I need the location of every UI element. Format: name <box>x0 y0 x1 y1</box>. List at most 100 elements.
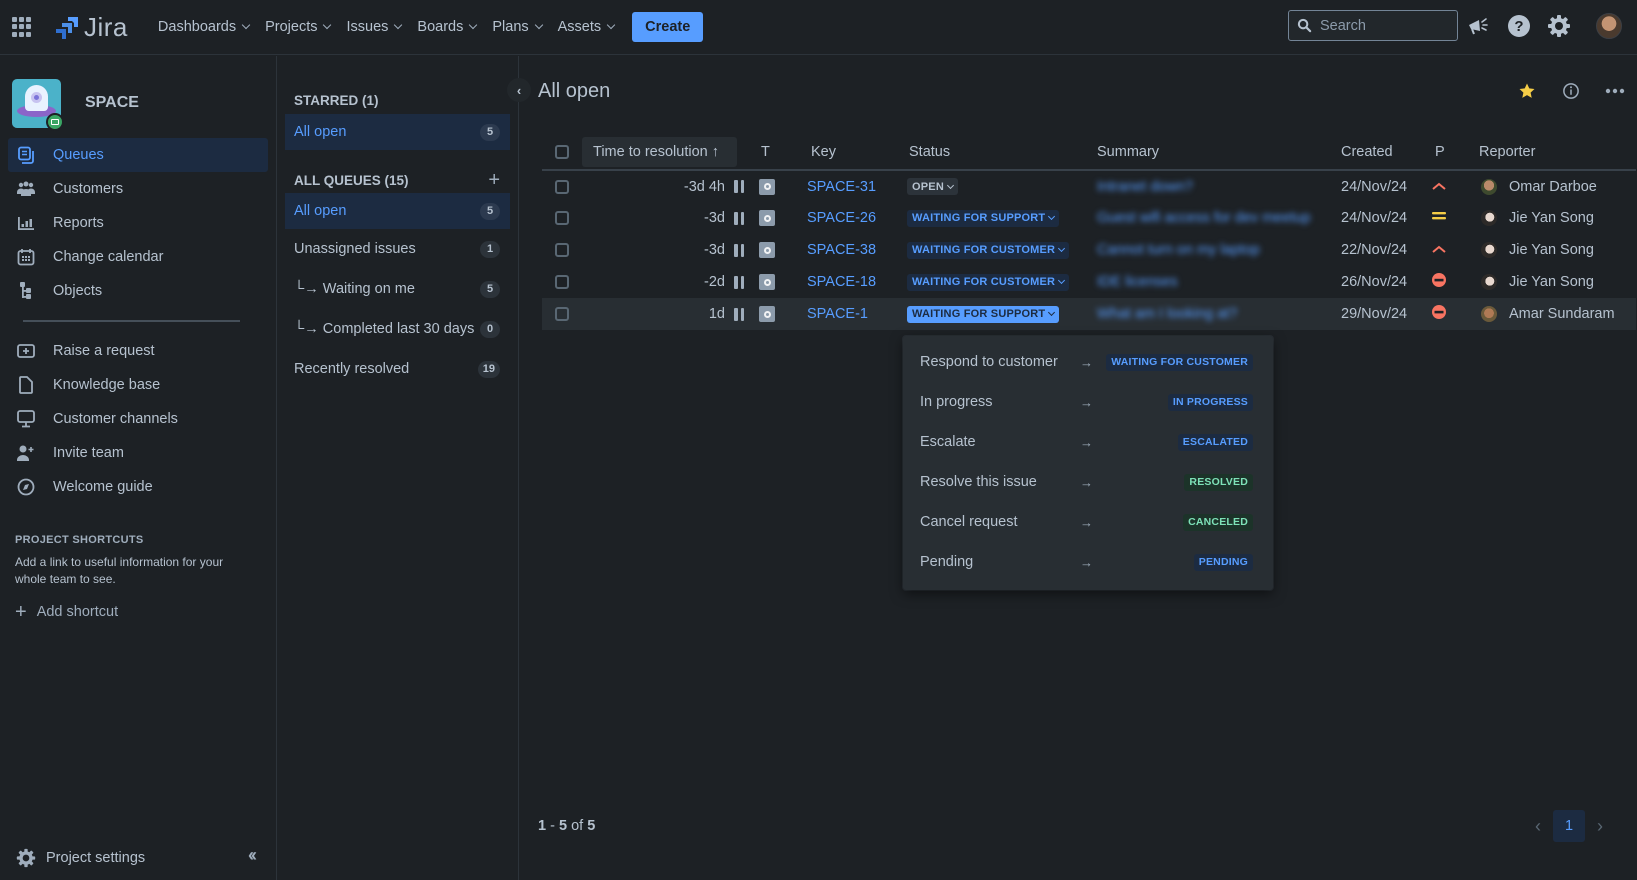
queue-item-waiting-on-me[interactable]: └→ Waiting on me 5 <box>285 269 510 309</box>
transition-menu-item[interactable]: Respond to customer → WAITING FOR CUSTOM… <box>903 342 1273 382</box>
status-dropdown[interactable]: WAITING FOR CUSTOMER <box>907 273 1070 291</box>
created-date: 24/Nov/24 <box>1341 178 1408 195</box>
sidebar-item-knowledge-base[interactable]: Knowledge base <box>8 368 268 402</box>
nav-dashboards[interactable]: Dashboards <box>157 19 251 35</box>
issue-key-link[interactable]: SPACE-1 <box>807 306 868 322</box>
status-dropdown[interactable]: WAITING FOR SUPPORT <box>907 305 1060 323</box>
column-header-type[interactable]: T <box>757 134 807 171</box>
status-dropdown[interactable]: WAITING FOR SUPPORT <box>907 209 1060 227</box>
column-header-time-to-resolution[interactable]: Time to resolution ↑ <box>582 136 737 167</box>
column-header-priority[interactable]: P <box>1429 134 1475 171</box>
arrow-right-icon: → <box>1080 514 1093 530</box>
sidebar-item-invite-team[interactable]: Invite team <box>8 436 268 470</box>
transition-menu-item[interactable]: Pending → PENDING <box>903 542 1273 582</box>
row-checkbox[interactable] <box>555 179 569 194</box>
nav-boards[interactable]: Boards <box>417 19 478 35</box>
nav-assets[interactable]: Assets <box>558 19 616 35</box>
sidebar-item-customer-channels[interactable]: Customer channels <box>8 402 268 436</box>
collapse-queues-chevron-left-icon[interactable]: ‹ <box>507 78 531 102</box>
queue-item-starred-all-open[interactable]: All open 5 <box>285 114 510 150</box>
jira-logo[interactable]: Jira <box>54 12 128 43</box>
reporter[interactable]: Jie Yan Song <box>1475 274 1636 290</box>
user-avatar[interactable] <box>1596 13 1622 39</box>
next-page-chevron-icon[interactable]: › <box>1585 816 1615 837</box>
queue-count-badge: 19 <box>477 360 500 378</box>
issue-summary-link[interactable]: Intranet down? <box>1097 179 1193 195</box>
reporter[interactable]: Jie Yan Song <box>1475 210 1636 226</box>
project-settings-link[interactable]: Project settings <box>16 848 145 868</box>
transition-menu-item[interactable]: Escalate → ESCALATED <box>903 422 1273 462</box>
chevron-down-icon <box>323 20 332 30</box>
reporter-name: Jie Yan Song <box>1509 242 1594 258</box>
column-header-created[interactable]: Created <box>1333 134 1429 171</box>
status-dropdown[interactable]: OPEN <box>907 178 958 196</box>
sidebar-item-change-calendar[interactable]: Change calendar <box>8 240 268 274</box>
row-checkbox[interactable] <box>555 243 569 257</box>
priority-blocker-icon <box>1429 304 1447 320</box>
sidebar-item-queues[interactable]: Queues <box>8 138 268 172</box>
issue-key-link[interactable]: SPACE-26 <box>807 210 876 226</box>
previous-page-chevron-icon[interactable]: ‹ <box>1523 816 1553 837</box>
nav-issues[interactable]: Issues <box>346 19 403 35</box>
issue-key-link[interactable]: SPACE-31 <box>807 179 876 195</box>
time-to-resolution: 1d <box>582 306 757 322</box>
row-checkbox[interactable] <box>555 307 569 321</box>
issue-key-link[interactable]: SPACE-38 <box>807 242 876 258</box>
transition-menu-item[interactable]: Resolve this issue → RESOLVED <box>903 462 1273 502</box>
sidebar-item-raise-request[interactable]: Raise a request <box>8 334 268 368</box>
table-row[interactable]: 1d SPACE-1 WAITING FOR SUPPORT What am I… <box>542 298 1636 330</box>
table-row[interactable]: -3d SPACE-38 WAITING FOR CUSTOMER Cannot… <box>542 234 1636 266</box>
sidebar-item-reports[interactable]: Reports <box>8 206 268 240</box>
nav-label: Dashboards <box>157 19 237 35</box>
column-header-summary[interactable]: Summary <box>1097 134 1333 171</box>
select-all-checkbox[interactable] <box>555 144 569 159</box>
issue-key-link[interactable]: SPACE-18 <box>807 274 876 290</box>
status-dropdown[interactable]: WAITING FOR CUSTOMER <box>907 241 1070 259</box>
star-icon[interactable] <box>1505 82 1549 100</box>
column-header-status[interactable]: Status <box>907 134 1097 171</box>
plus-icon: + <box>15 601 27 623</box>
issue-summary-link[interactable]: IDE licenses <box>1097 274 1178 290</box>
search-box[interactable] <box>1288 10 1458 41</box>
queue-item-recently-resolved[interactable]: Recently resolved 19 <box>285 349 510 389</box>
reporter[interactable]: Jie Yan Song <box>1475 242 1636 258</box>
nav-projects[interactable]: Projects <box>265 19 332 35</box>
add-shortcut-button[interactable]: + Add shortcut <box>15 602 276 622</box>
more-actions-icon[interactable] <box>1593 82 1637 100</box>
notifications-megaphone-icon[interactable] <box>1465 13 1491 39</box>
nav-plans[interactable]: Plans <box>492 19 543 35</box>
issue-summary-link[interactable]: What am I looking at? <box>1097 306 1237 322</box>
table-row[interactable]: -3d 4h SPACE-31 OPEN Intranet down? 24/N… <box>542 170 1636 202</box>
sidebar-item-customers[interactable]: Customers <box>8 172 268 206</box>
sidebar-item-objects[interactable]: Objects <box>8 274 268 308</box>
queue-item-completed-last-30-days[interactable]: └→ Completed last 30 days 0 <box>285 309 510 349</box>
row-checkbox[interactable] <box>555 275 569 289</box>
sidebar-item-welcome-guide[interactable]: Welcome guide <box>8 470 268 504</box>
table-row[interactable]: -2d SPACE-18 WAITING FOR CUSTOMER IDE li… <box>542 266 1636 298</box>
transition-menu-item[interactable]: In progress → IN PROGRESS <box>903 382 1273 422</box>
issue-summary-link[interactable]: Cannot turn on my laptop <box>1097 242 1260 258</box>
search-input[interactable] <box>1320 17 1450 34</box>
help-icon[interactable]: ? <box>1506 13 1532 39</box>
reporter-avatar <box>1481 274 1497 290</box>
settings-gear-icon[interactable] <box>1546 13 1572 39</box>
page-button[interactable]: 1 <box>1553 810 1585 842</box>
reporter[interactable]: Omar Darboe <box>1475 178 1636 195</box>
transition-menu-item[interactable]: Cancel request → CANCELED <box>903 502 1273 542</box>
create-button[interactable]: Create <box>632 12 704 42</box>
reporter[interactable]: Amar Sundaram <box>1475 306 1636 322</box>
add-queue-plus-icon[interactable]: + <box>488 169 500 192</box>
row-checkbox[interactable] <box>555 211 569 225</box>
app-switcher-icon[interactable] <box>12 17 32 37</box>
collapse-sidebar-icon[interactable]: ‹‹ <box>248 845 257 866</box>
chevron-down-icon <box>1058 245 1066 253</box>
info-icon[interactable] <box>1549 82 1593 100</box>
table-row[interactable]: -3d SPACE-26 WAITING FOR SUPPORT Guest w… <box>542 202 1636 234</box>
project-avatar[interactable] <box>12 78 64 131</box>
issue-summary-link[interactable]: Guest wifi access for dev meetup <box>1097 210 1311 226</box>
column-header-reporter[interactable]: Reporter <box>1475 134 1636 171</box>
queue-item-all-open[interactable]: All open 5 <box>285 193 510 229</box>
paused-icon <box>734 180 744 193</box>
queue-item-unassigned[interactable]: Unassigned issues 1 <box>285 229 510 269</box>
column-header-key[interactable]: Key <box>807 134 907 171</box>
